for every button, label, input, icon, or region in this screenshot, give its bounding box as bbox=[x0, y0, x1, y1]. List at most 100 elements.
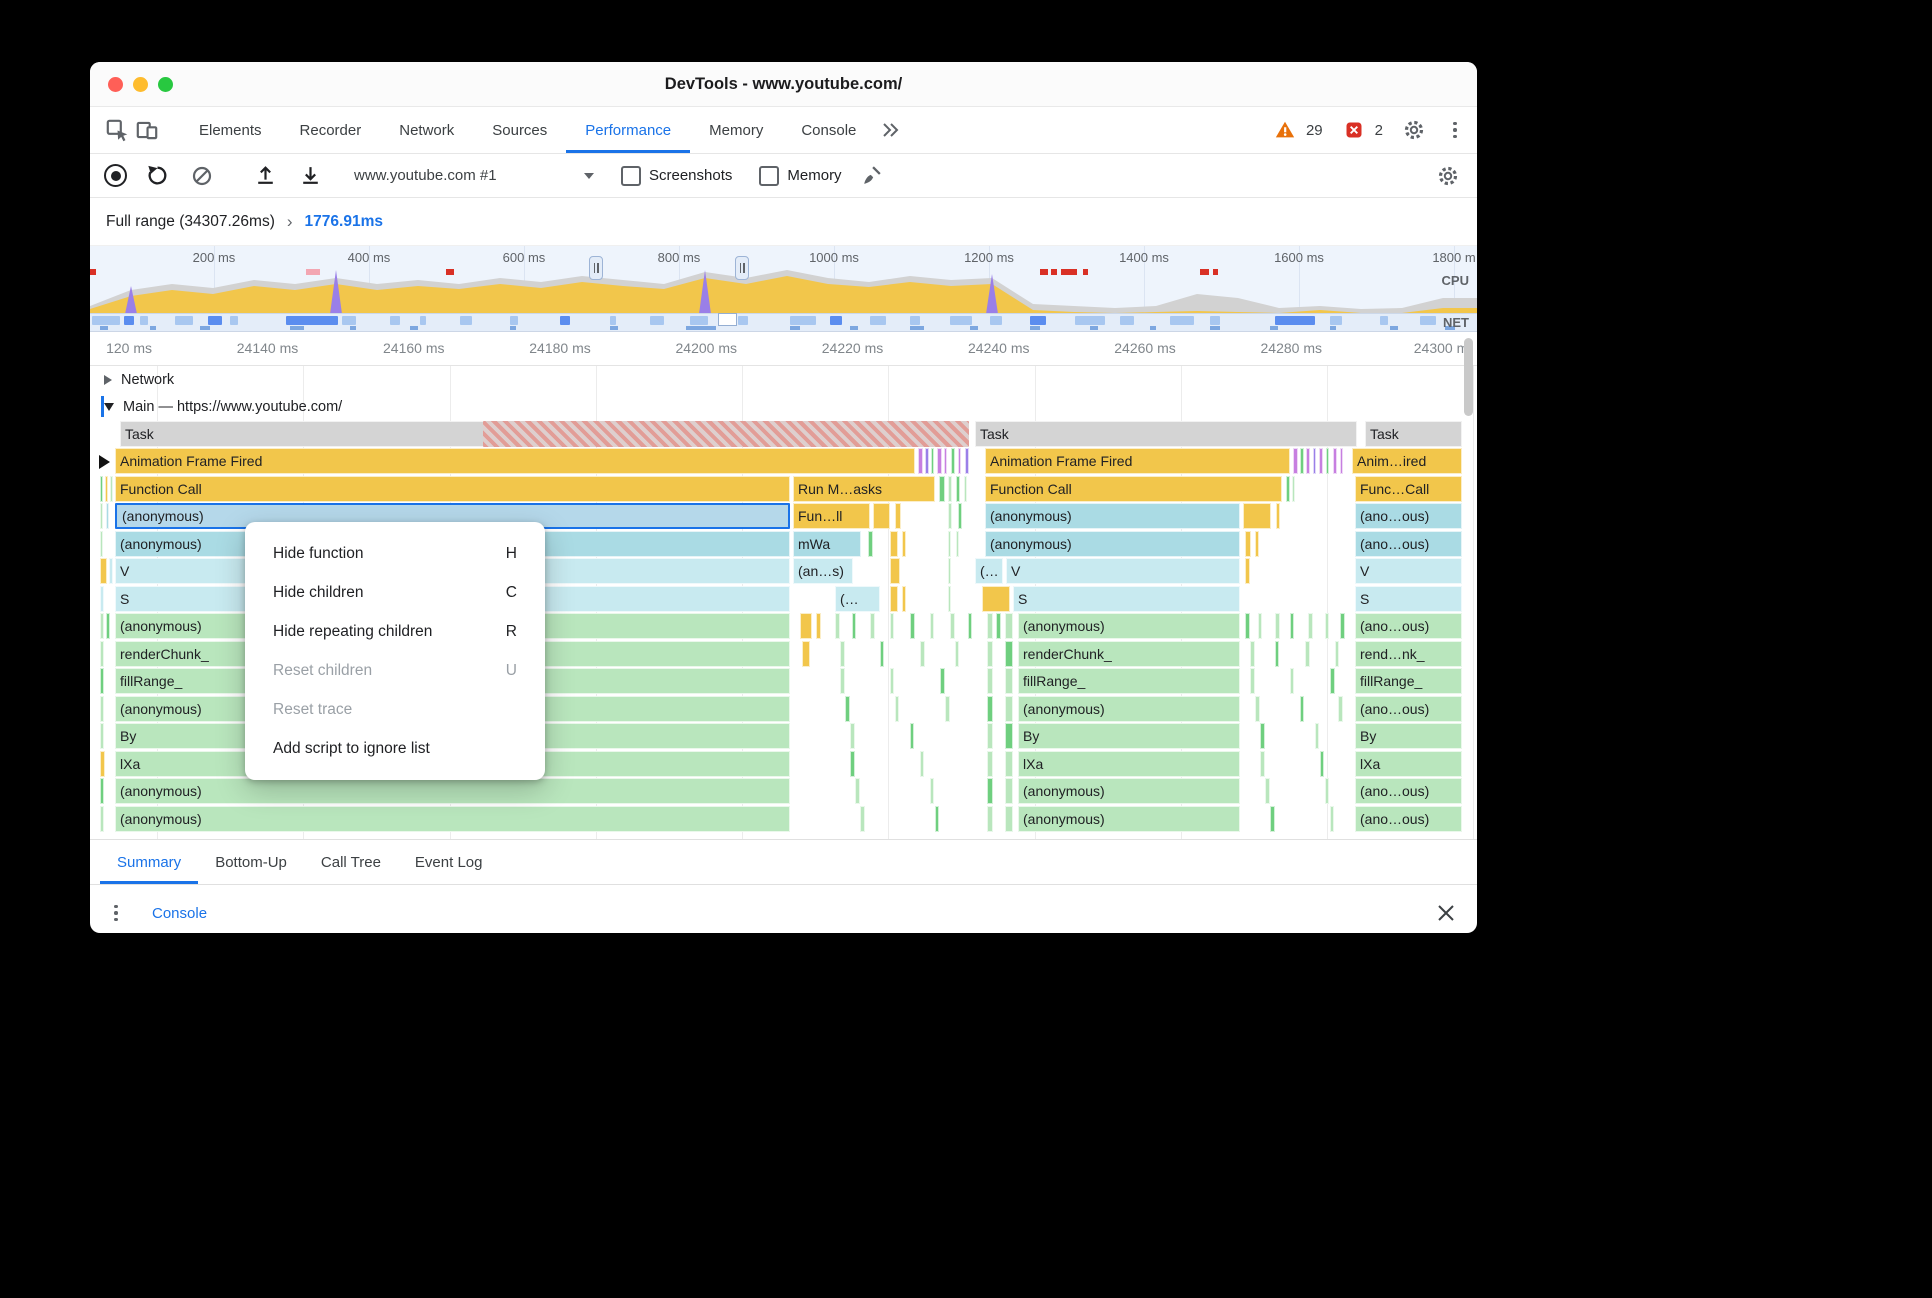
flame-frame-anonymous[interactable]: (anonymous) bbox=[985, 531, 1240, 557]
flame-sliver bbox=[895, 696, 899, 722]
record-button[interactable] bbox=[104, 164, 127, 187]
flame-frame-[interactable]: (… bbox=[975, 558, 1003, 584]
minimize-window-button[interactable] bbox=[133, 76, 148, 92]
flame-frame-ano-ous[interactable]: (ano…ous) bbox=[1355, 503, 1462, 529]
clear-recording-icon[interactable] bbox=[187, 161, 217, 191]
tab-elements[interactable]: Elements bbox=[180, 107, 281, 153]
more-panels-chevron-icon[interactable] bbox=[875, 115, 905, 145]
zoom-window-button[interactable] bbox=[158, 76, 173, 92]
selection-handle-right[interactable] bbox=[735, 256, 749, 280]
vertical-scrollbar-thumb[interactable] bbox=[1464, 338, 1473, 416]
flame-frame-anonymous[interactable]: (anonymous) bbox=[1018, 806, 1240, 832]
flame-frame-[interactable]: (… bbox=[835, 586, 880, 612]
flame-sliver bbox=[987, 806, 993, 832]
bottom-tab-event-log[interactable]: Event Log bbox=[398, 840, 500, 884]
drawer-kebab-menu-icon[interactable] bbox=[106, 904, 126, 922]
tab-recorder[interactable]: Recorder bbox=[281, 107, 381, 153]
inspect-element-icon[interactable] bbox=[102, 115, 132, 145]
flame-frame-fillrange[interactable]: fillRange_ bbox=[1355, 668, 1462, 694]
flame-frame-rend-nk[interactable]: rend…nk_ bbox=[1355, 641, 1462, 667]
download-profile-icon[interactable] bbox=[295, 161, 325, 191]
flame-frame-an-s[interactable]: (an…s) bbox=[793, 558, 853, 584]
flame-frame-by[interactable]: By bbox=[1355, 723, 1462, 749]
flame-frame-ano-ous[interactable]: (ano…ous) bbox=[1355, 696, 1462, 722]
tab-sources[interactable]: Sources bbox=[473, 107, 566, 153]
flame-frame-v[interactable]: V bbox=[1355, 558, 1462, 584]
collapsed-triangle-icon[interactable] bbox=[104, 374, 112, 385]
expanded-triangle-icon[interactable] bbox=[104, 402, 114, 411]
flame-sliver bbox=[948, 531, 951, 557]
errors-count[interactable]: 2 bbox=[1339, 115, 1383, 145]
flame-frame-function-call[interactable]: Function Call bbox=[985, 476, 1282, 502]
flame-frame-anonymous[interactable]: (anonymous) bbox=[115, 806, 790, 832]
flame-frame-animation-frame-fired[interactable]: Animation Frame Fired bbox=[115, 448, 915, 474]
selected-range-crumb[interactable]: 1776.91ms bbox=[305, 213, 383, 231]
flame-frame-v[interactable]: V bbox=[1006, 558, 1240, 584]
flame-frame-lxa[interactable]: lXa bbox=[1018, 751, 1240, 777]
screenshots-checkbox-row[interactable]: Screenshots bbox=[621, 165, 732, 186]
flame-frame-anonymous[interactable]: (anonymous) bbox=[1018, 778, 1240, 804]
context-menu-item-hide-repeating-children[interactable]: Hide repeating children R bbox=[245, 612, 545, 651]
upload-profile-icon[interactable] bbox=[250, 161, 280, 191]
tab-memory[interactable]: Memory bbox=[690, 107, 782, 153]
bottom-tab-summary[interactable]: Summary bbox=[100, 840, 198, 884]
capture-settings-gear-icon[interactable] bbox=[1433, 161, 1463, 191]
bottom-tab-bottom-up[interactable]: Bottom-Up bbox=[198, 840, 304, 884]
flame-frame-mwa[interactable]: mWa bbox=[793, 531, 861, 557]
selection-handle-left[interactable] bbox=[589, 256, 603, 280]
collect-garbage-icon[interactable] bbox=[857, 161, 887, 191]
flame-frame-fillrange[interactable]: fillRange_ bbox=[1018, 668, 1240, 694]
flame-frame-ano-ous[interactable]: (ano…ous) bbox=[1355, 613, 1462, 639]
flame-sliver bbox=[100, 476, 103, 502]
network-tick bbox=[290, 326, 304, 330]
full-range-crumb[interactable]: Full range (34307.26ms) bbox=[106, 213, 275, 231]
device-toolbar-icon[interactable] bbox=[132, 115, 162, 145]
flame-frame-ano-ous[interactable]: (ano…ous) bbox=[1355, 778, 1462, 804]
context-menu-item-hide-children[interactable]: Hide children C bbox=[245, 573, 545, 612]
flame-frame-anim-ired[interactable]: Anim…ired bbox=[1352, 448, 1462, 474]
flame-frame-task[interactable]: Task bbox=[975, 421, 1357, 447]
tab-network[interactable]: Network bbox=[380, 107, 473, 153]
tab-console[interactable]: Console bbox=[782, 107, 875, 153]
flame-frame-run-m-asks[interactable]: Run M…asks bbox=[793, 476, 935, 502]
flame-frame-anonymous[interactable]: (anonymous) bbox=[985, 503, 1240, 529]
frame-label: (anonymous) bbox=[1023, 811, 1105, 827]
flame-frame-renderchunk[interactable]: renderChunk_ bbox=[1018, 641, 1240, 667]
flame-frame-ano-ous[interactable]: (ano…ous) bbox=[1355, 806, 1462, 832]
context-menu-item-hide-function[interactable]: Hide function H bbox=[245, 534, 545, 573]
flame-frame-anonymous[interactable]: (anonymous) bbox=[1018, 696, 1240, 722]
flame-frame-function-call[interactable]: Function Call bbox=[115, 476, 790, 502]
flame-frame-func-call[interactable]: Func…Call bbox=[1355, 476, 1462, 502]
flame-frame-anonymous[interactable]: (anonymous) bbox=[115, 778, 790, 804]
close-drawer-icon[interactable] bbox=[1431, 898, 1461, 928]
flame-frame-anonymous[interactable]: (anonymous) bbox=[1018, 613, 1240, 639]
warnings-count[interactable]: 29 bbox=[1270, 115, 1323, 145]
flame-frame-fun-ll[interactable]: Fun…ll bbox=[793, 503, 870, 529]
close-window-button[interactable] bbox=[108, 76, 123, 92]
flame-frame-task[interactable]: Task bbox=[1365, 421, 1462, 447]
network-track-label: Network bbox=[121, 371, 175, 388]
network-tick bbox=[350, 326, 356, 330]
tab-performance[interactable]: Performance bbox=[566, 107, 690, 153]
reload-and-record-icon[interactable] bbox=[142, 161, 172, 191]
context-menu-item-add-script-to-ignore-list[interactable]: Add script to ignore list bbox=[245, 729, 545, 768]
history-select[interactable]: www.youtube.com #1 bbox=[354, 167, 594, 184]
screenshots-checkbox[interactable] bbox=[621, 165, 641, 186]
memory-checkbox-row[interactable]: Memory bbox=[759, 165, 842, 186]
flame-frame-lxa[interactable]: lXa bbox=[1355, 751, 1462, 777]
drawer-tab-console[interactable]: Console bbox=[148, 885, 211, 933]
main-track-header[interactable]: Main — https://www.youtube.com/ bbox=[90, 393, 1462, 420]
network-track-header[interactable]: Network bbox=[90, 366, 1462, 393]
bottom-tab-call-tree[interactable]: Call Tree bbox=[304, 840, 398, 884]
flame-sliver bbox=[1315, 723, 1319, 749]
flame-frame-ano-ous[interactable]: (ano…ous) bbox=[1355, 531, 1462, 557]
timeline-overview[interactable]: 200 ms 400 ms 600 ms 800 ms 1000 ms 1200 ms 14… bbox=[90, 246, 1477, 332]
settings-gear-icon[interactable] bbox=[1399, 115, 1429, 145]
kebab-menu-icon[interactable] bbox=[1445, 121, 1465, 139]
flame-frame-s[interactable]: S bbox=[1013, 586, 1240, 612]
memory-checkbox[interactable] bbox=[759, 165, 780, 186]
flame-frame-s[interactable]: S bbox=[1355, 586, 1462, 612]
flame-frame-by[interactable]: By bbox=[1018, 723, 1240, 749]
ruler-label: 24220 ms bbox=[821, 340, 884, 356]
flame-frame-animation-frame-fired[interactable]: Animation Frame Fired bbox=[985, 448, 1290, 474]
